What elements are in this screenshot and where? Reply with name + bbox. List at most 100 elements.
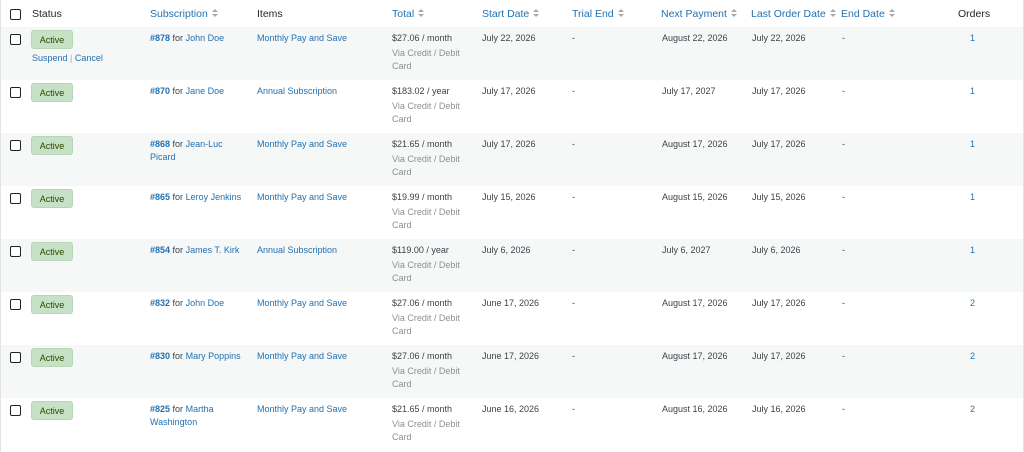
customer-link[interactable]: Jane Doe <box>186 86 225 96</box>
orders-count-link[interactable]: 2 <box>970 297 975 310</box>
start-date: June 17, 2026 <box>482 351 540 361</box>
subscription-link[interactable]: #832 <box>150 298 170 308</box>
sort-icon <box>617 9 624 18</box>
orders-count-link[interactable]: 1 <box>970 32 975 45</box>
status-badge: Active <box>31 136 73 155</box>
total-amount: $119.00 / year <box>392 245 449 255</box>
table-row: Active #830 for Mary Poppins Monthly Pay… <box>1 345 1023 398</box>
item-link[interactable]: Monthly Pay and Save <box>257 191 347 204</box>
for-label: for <box>172 245 184 255</box>
row-checkbox[interactable] <box>10 193 21 204</box>
next-payment: August 15, 2026 <box>662 192 728 202</box>
orders-count-link[interactable]: 1 <box>970 138 975 151</box>
status-badge: Active <box>31 83 73 102</box>
orders-count-link[interactable]: 1 <box>970 244 975 257</box>
column-end-date[interactable]: End Date <box>841 8 895 21</box>
trial-end: - <box>572 351 575 361</box>
subscription-cell: #832 for John Doe <box>150 297 250 310</box>
subscription-cell: #854 for James T. Kirk <box>150 244 250 257</box>
orders-count-link[interactable]: 1 <box>970 191 975 204</box>
for-label: for <box>172 351 184 361</box>
column-total[interactable]: Total <box>392 8 425 21</box>
sort-icon <box>418 9 425 18</box>
status-badge: Active <box>31 189 73 208</box>
customer-link[interactable]: James T. Kirk <box>186 245 240 255</box>
total-cell: $119.00 / year Via Credit / Debit Card <box>392 244 470 285</box>
column-next-payment[interactable]: Next Payment <box>661 8 737 21</box>
subscription-cell: #870 for Jane Doe <box>150 85 250 98</box>
orders-count-link[interactable]: 1 <box>970 85 975 98</box>
total-amount: $19.99 / month <box>392 192 453 202</box>
row-checkbox[interactable] <box>10 299 21 310</box>
total-cell: $21.65 / month Via Credit / Debit Card <box>392 138 470 179</box>
column-trial-end[interactable]: Trial End <box>572 8 624 21</box>
subscription-link[interactable]: #865 <box>150 192 170 202</box>
trial-end: - <box>572 245 575 255</box>
status-badge: Active <box>31 401 73 420</box>
table-row: Active Suspend | Cancel #878 for John Do… <box>1 27 1023 80</box>
for-label: for <box>172 33 184 43</box>
orders-count-link[interactable]: 2 <box>970 403 975 416</box>
column-next-payment-label: Next Payment <box>661 8 727 20</box>
payment-method: Via Credit / Debit Card <box>392 207 460 230</box>
end-date: - <box>842 33 845 43</box>
row-checkbox[interactable] <box>10 87 21 98</box>
column-last-order-date-label: Last Order Date <box>751 8 826 20</box>
for-label: for <box>172 192 184 202</box>
column-start-date-label: Start Date <box>482 8 530 20</box>
total-amount: $21.65 / month <box>392 404 453 414</box>
subscription-link[interactable]: #878 <box>150 33 170 43</box>
last-order-date: July 17, 2026 <box>752 298 806 308</box>
sort-icon <box>533 9 540 18</box>
subscription-cell: #825 for Martha Washington <box>150 403 250 429</box>
column-subscription[interactable]: Subscription <box>150 8 218 21</box>
total-cell: $27.06 / month Via Credit / Debit Card <box>392 32 470 73</box>
trial-end: - <box>572 33 575 43</box>
column-status: Status <box>32 8 62 20</box>
column-last-order-date[interactable]: Last Order Date <box>751 8 836 21</box>
suspend-link[interactable]: Suspend <box>32 53 68 63</box>
end-date: - <box>842 245 845 255</box>
item-link[interactable]: Monthly Pay and Save <box>257 32 347 45</box>
customer-link[interactable]: John Doe <box>186 33 225 43</box>
row-checkbox[interactable] <box>10 140 21 151</box>
customer-link[interactable]: John Doe <box>186 298 225 308</box>
table-row: Active #865 for Leroy Jenkins Monthly Pa… <box>1 186 1023 239</box>
sort-icon <box>888 9 895 18</box>
item-link[interactable]: Monthly Pay and Save <box>257 403 347 416</box>
subscriptions-table: Status Subscription Items Total Start Da… <box>0 0 1024 452</box>
status-badge: Active <box>31 242 73 261</box>
payment-method: Via Credit / Debit Card <box>392 48 460 71</box>
start-date: June 16, 2026 <box>482 404 540 414</box>
start-date: July 22, 2026 <box>482 33 536 43</box>
orders-count-link[interactable]: 2 <box>970 350 975 363</box>
item-link[interactable]: Monthly Pay and Save <box>257 297 347 310</box>
column-start-date[interactable]: Start Date <box>482 8 540 21</box>
subscription-link[interactable]: #825 <box>150 404 170 414</box>
select-all-checkbox[interactable] <box>10 9 21 20</box>
last-order-date: July 17, 2026 <box>752 139 806 149</box>
total-amount: $183.02 / year <box>392 86 450 96</box>
item-link[interactable]: Annual Subscription <box>257 85 337 98</box>
payment-method: Via Credit / Debit Card <box>392 101 460 124</box>
status-badge: Active <box>31 295 73 314</box>
start-date: June 17, 2026 <box>482 298 540 308</box>
status-badge: Active <box>31 30 73 49</box>
row-checkbox[interactable] <box>10 246 21 257</box>
row-checkbox[interactable] <box>10 352 21 363</box>
row-checkbox[interactable] <box>10 34 21 45</box>
subscription-link[interactable]: #868 <box>150 139 170 149</box>
cancel-link[interactable]: Cancel <box>75 53 103 63</box>
row-checkbox[interactable] <box>10 405 21 416</box>
payment-method: Via Credit / Debit Card <box>392 313 460 336</box>
trial-end: - <box>572 298 575 308</box>
customer-link[interactable]: Leroy Jenkins <box>186 192 242 202</box>
last-order-date: July 6, 2026 <box>752 245 801 255</box>
subscription-link[interactable]: #870 <box>150 86 170 96</box>
subscription-link[interactable]: #854 <box>150 245 170 255</box>
item-link[interactable]: Monthly Pay and Save <box>257 138 347 151</box>
subscription-link[interactable]: #830 <box>150 351 170 361</box>
item-link[interactable]: Monthly Pay and Save <box>257 350 347 363</box>
item-link[interactable]: Annual Subscription <box>257 244 337 257</box>
customer-link[interactable]: Mary Poppins <box>186 351 241 361</box>
